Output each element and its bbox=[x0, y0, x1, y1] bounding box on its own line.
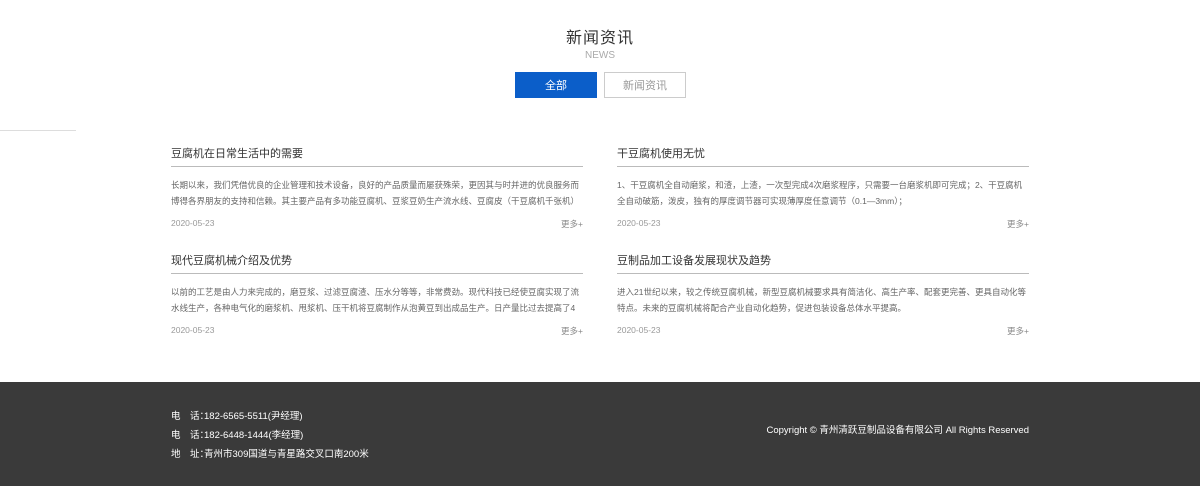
divider bbox=[171, 273, 583, 274]
news-card-footer: 2020-05-23 更多+ bbox=[171, 325, 583, 339]
news-card-date: 2020-05-23 bbox=[171, 325, 215, 335]
more-link[interactable]: 更多+ bbox=[1007, 218, 1029, 230]
news-card-title[interactable]: 豆腐机在日常生活中的需要 bbox=[171, 145, 583, 163]
contact-phone-1: 电 话：182-6565-5511(尹经理) bbox=[171, 407, 369, 426]
contact-value: 青州市309国道与青星路交叉口南200米 bbox=[204, 449, 369, 460]
news-card-footer: 2020-05-23 更多+ bbox=[617, 325, 1029, 339]
contact-label: 电 话： bbox=[171, 430, 210, 441]
contact-value: 182-6448-1444(李经理) bbox=[204, 430, 304, 441]
more-link[interactable]: 更多+ bbox=[561, 325, 583, 337]
contact-phone-2: 电 话：182-6448-1444(李经理) bbox=[171, 426, 369, 445]
news-card: 豆腐机在日常生活中的需要 长期以来，我们凭借优良的企业管理和技术设备，良好的产品… bbox=[171, 145, 583, 232]
divider bbox=[171, 166, 583, 167]
news-card-title[interactable]: 干豆腐机使用无忧 bbox=[617, 145, 1029, 163]
news-card: 干豆腐机使用无忧 1、干豆腐机全自动磨浆，和渣，上渣，一次型完成4次磨浆程序，只… bbox=[617, 145, 1029, 232]
news-card-date: 2020-05-23 bbox=[171, 218, 215, 228]
more-link[interactable]: 更多+ bbox=[561, 218, 583, 230]
news-card-date: 2020-05-23 bbox=[617, 218, 661, 228]
news-card-excerpt: 长期以来，我们凭借优良的企业管理和技术设备，良好的产品质量而屡获殊荣，更因其与时… bbox=[171, 180, 580, 206]
news-card: 现代豆腐机械介绍及优势 以前的工艺是由人力来完成的，磨豆浆、过滤豆腐渣、压水分等… bbox=[171, 252, 583, 339]
contact-address: 地 址：青州市309国道与青星路交叉口南200米 bbox=[171, 445, 369, 464]
news-card-title[interactable]: 现代豆腐机械介绍及优势 bbox=[171, 252, 583, 270]
contact-info: 电 话：182-6565-5511(尹经理) 电 话：182-6448-1444… bbox=[171, 407, 369, 464]
news-card-date: 2020-05-23 bbox=[617, 325, 661, 335]
news-card-footer: 2020-05-23 更多+ bbox=[617, 218, 1029, 232]
contact-label: 地 址： bbox=[171, 449, 210, 460]
news-card-excerpt: 进入21世纪以来，较之传统豆腐机械，新型豆腐机械要求具有简洁化、高生产率、配套更… bbox=[617, 287, 1026, 313]
divider bbox=[0, 130, 76, 131]
contact-value: 182-6565-5511(尹经理) bbox=[204, 411, 303, 422]
news-card-footer: 2020-05-23 更多+ bbox=[171, 218, 583, 232]
section-title: 新闻资讯 bbox=[565, 30, 634, 47]
section-header: 新闻资讯 NEWS bbox=[0, 28, 1200, 62]
news-card-excerpt: 1、干豆腐机全自动磨浆，和渣，上渣，一次型完成4次磨浆程序，只需要一台磨浆机即可… bbox=[617, 180, 1023, 206]
news-card: 豆制品加工设备发展现状及趋势 进入21世纪以来，较之传统豆腐机械，新型豆腐机械要… bbox=[617, 252, 1029, 339]
news-card-title[interactable]: 豆制品加工设备发展现状及趋势 bbox=[617, 252, 1029, 270]
divider bbox=[617, 166, 1029, 167]
news-card-excerpt: 以前的工艺是由人力来完成的，磨豆浆、过滤豆腐渣、压水分等等，非常费劲。现代科技已… bbox=[171, 287, 580, 313]
site-footer: 电 话：182-6565-5511(尹经理) 电 话：182-6448-1444… bbox=[0, 382, 1200, 486]
section-subtitle: NEWS bbox=[585, 50, 615, 61]
category-tabs: 全部 新闻资讯 bbox=[515, 72, 686, 98]
copyright-text: Copyright © 青州清跃豆制品设备有限公司 All Rights Res… bbox=[766, 425, 1030, 436]
divider bbox=[617, 273, 1029, 274]
tab-news[interactable]: 新闻资讯 bbox=[604, 72, 686, 98]
tab-all[interactable]: 全部 bbox=[515, 72, 597, 98]
more-link[interactable]: 更多+ bbox=[1007, 325, 1029, 337]
contact-label: 电 话： bbox=[171, 411, 210, 422]
